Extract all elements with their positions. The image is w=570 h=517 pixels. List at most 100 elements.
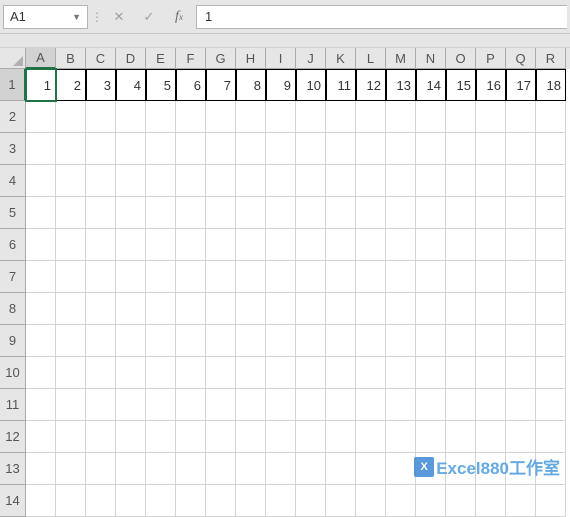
cell-L7[interactable] (356, 261, 386, 293)
column-header-C[interactable]: C (86, 48, 116, 69)
cell-O8[interactable] (446, 293, 476, 325)
cell-R1[interactable]: 18 (536, 69, 566, 101)
cell-K14[interactable] (326, 485, 356, 517)
column-header-J[interactable]: J (296, 48, 326, 69)
cell-O4[interactable] (446, 165, 476, 197)
cell-H5[interactable] (236, 197, 266, 229)
column-header-A[interactable]: A (26, 48, 56, 69)
cell-R6[interactable] (536, 229, 566, 261)
cell-L3[interactable] (356, 133, 386, 165)
column-header-N[interactable]: N (416, 48, 446, 69)
cell-G11[interactable] (206, 389, 236, 421)
cell-E1[interactable]: 5 (146, 69, 176, 101)
cell-E5[interactable] (146, 197, 176, 229)
cell-O10[interactable] (446, 357, 476, 389)
cell-M10[interactable] (386, 357, 416, 389)
cell-M4[interactable] (386, 165, 416, 197)
cell-I11[interactable] (266, 389, 296, 421)
row-header-13[interactable]: 13 (0, 453, 26, 485)
cell-P10[interactable] (476, 357, 506, 389)
cell-F13[interactable] (176, 453, 206, 485)
cell-J14[interactable] (296, 485, 326, 517)
cell-A10[interactable] (26, 357, 56, 389)
cell-E6[interactable] (146, 229, 176, 261)
cell-C12[interactable] (86, 421, 116, 453)
cell-D2[interactable] (116, 101, 146, 133)
cell-J6[interactable] (296, 229, 326, 261)
cell-N5[interactable] (416, 197, 446, 229)
cell-P9[interactable] (476, 325, 506, 357)
cell-L2[interactable] (356, 101, 386, 133)
cell-H4[interactable] (236, 165, 266, 197)
cell-C7[interactable] (86, 261, 116, 293)
cell-D13[interactable] (116, 453, 146, 485)
cell-P1[interactable]: 16 (476, 69, 506, 101)
cell-G3[interactable] (206, 133, 236, 165)
cell-L8[interactable] (356, 293, 386, 325)
row-header-7[interactable]: 7 (0, 261, 26, 293)
cell-P4[interactable] (476, 165, 506, 197)
cell-N11[interactable] (416, 389, 446, 421)
cell-H13[interactable] (236, 453, 266, 485)
cell-Q13[interactable] (506, 453, 536, 485)
column-header-G[interactable]: G (206, 48, 236, 69)
cell-G9[interactable] (206, 325, 236, 357)
cell-G2[interactable] (206, 101, 236, 133)
cell-L1[interactable]: 12 (356, 69, 386, 101)
cell-J7[interactable] (296, 261, 326, 293)
cell-P8[interactable] (476, 293, 506, 325)
cell-N8[interactable] (416, 293, 446, 325)
cell-I2[interactable] (266, 101, 296, 133)
cell-I12[interactable] (266, 421, 296, 453)
cell-P11[interactable] (476, 389, 506, 421)
column-header-B[interactable]: B (56, 48, 86, 69)
cell-M13[interactable] (386, 453, 416, 485)
cell-E4[interactable] (146, 165, 176, 197)
cell-E13[interactable] (146, 453, 176, 485)
cell-C13[interactable] (86, 453, 116, 485)
cell-C3[interactable] (86, 133, 116, 165)
cell-L4[interactable] (356, 165, 386, 197)
cell-F5[interactable] (176, 197, 206, 229)
cell-L13[interactable] (356, 453, 386, 485)
cell-O7[interactable] (446, 261, 476, 293)
cell-B10[interactable] (56, 357, 86, 389)
cell-A4[interactable] (26, 165, 56, 197)
cell-J4[interactable] (296, 165, 326, 197)
cell-Q3[interactable] (506, 133, 536, 165)
cell-R13[interactable] (536, 453, 566, 485)
cell-H2[interactable] (236, 101, 266, 133)
cell-H9[interactable] (236, 325, 266, 357)
cell-G12[interactable] (206, 421, 236, 453)
cell-R7[interactable] (536, 261, 566, 293)
cell-O11[interactable] (446, 389, 476, 421)
cell-Q14[interactable] (506, 485, 536, 517)
cell-O13[interactable] (446, 453, 476, 485)
cell-H1[interactable]: 8 (236, 69, 266, 101)
cell-B3[interactable] (56, 133, 86, 165)
cell-Q9[interactable] (506, 325, 536, 357)
cell-K5[interactable] (326, 197, 356, 229)
cell-I1[interactable]: 9 (266, 69, 296, 101)
cell-J13[interactable] (296, 453, 326, 485)
row-header-8[interactable]: 8 (0, 293, 26, 325)
cell-D12[interactable] (116, 421, 146, 453)
cell-A6[interactable] (26, 229, 56, 261)
cell-M3[interactable] (386, 133, 416, 165)
cell-J2[interactable] (296, 101, 326, 133)
cell-Q7[interactable] (506, 261, 536, 293)
row-header-11[interactable]: 11 (0, 389, 26, 421)
enter-icon[interactable]: ✓ (136, 5, 162, 29)
cell-Q8[interactable] (506, 293, 536, 325)
cell-D4[interactable] (116, 165, 146, 197)
cell-Q2[interactable] (506, 101, 536, 133)
cell-E11[interactable] (146, 389, 176, 421)
cell-C14[interactable] (86, 485, 116, 517)
cell-L9[interactable] (356, 325, 386, 357)
cell-A7[interactable] (26, 261, 56, 293)
column-header-E[interactable]: E (146, 48, 176, 69)
cell-O2[interactable] (446, 101, 476, 133)
cell-D1[interactable]: 4 (116, 69, 146, 101)
cell-R3[interactable] (536, 133, 566, 165)
cell-L6[interactable] (356, 229, 386, 261)
